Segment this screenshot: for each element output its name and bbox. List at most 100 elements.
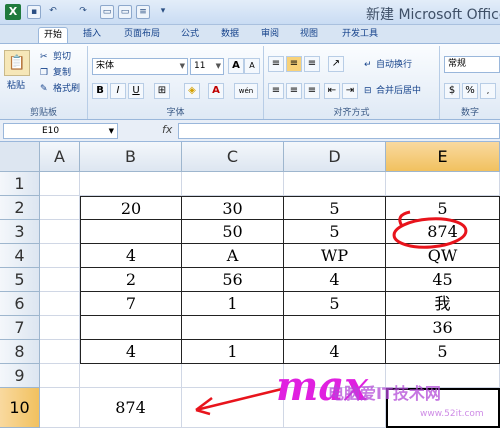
cell-d8[interactable]: 4 [284, 340, 386, 364]
font-name-select[interactable]: 宋体 ▼ [92, 58, 188, 75]
fill-color-icon[interactable]: ◈ [184, 83, 200, 99]
column-header-b[interactable]: B [80, 142, 182, 172]
cell-a5[interactable] [40, 268, 80, 292]
row-header-1[interactable]: 1 [0, 172, 40, 196]
currency-icon[interactable]: $ [444, 83, 460, 99]
merge-icon[interactable]: ⊟ [364, 85, 372, 97]
cell-a2[interactable] [40, 196, 80, 220]
cell-c10[interactable] [182, 388, 284, 428]
name-box[interactable]: E10 ▼ [3, 123, 118, 139]
comma-style-icon[interactable]: , [480, 83, 496, 99]
cell-d3[interactable]: 5 [284, 220, 386, 244]
insert-function-icon[interactable]: fx [162, 123, 172, 136]
cell-a8[interactable] [40, 340, 80, 364]
cell-a6[interactable] [40, 292, 80, 316]
column-header-c[interactable]: C [182, 142, 284, 172]
cell-b1[interactable] [80, 172, 182, 196]
cell-e7[interactable]: 36 [386, 316, 500, 340]
borders-icon[interactable]: ⊞ [154, 83, 170, 99]
cell-d6[interactable]: 5 [284, 292, 386, 316]
tab-page-layout[interactable]: 页面布局 [118, 27, 166, 43]
cell-c2[interactable]: 30 [182, 196, 284, 220]
cell-b6[interactable]: 7 [80, 292, 182, 316]
cell-e6[interactable]: 我 [386, 292, 500, 316]
paste-icon[interactable]: 📋 [4, 50, 30, 76]
column-header-e[interactable]: E [386, 142, 500, 172]
font-size-select[interactable]: 11 ▼ [190, 58, 224, 75]
paste-button[interactable]: 粘贴 [7, 80, 25, 92]
cell-b4[interactable]: 4 [80, 244, 182, 268]
cell-b5[interactable]: 2 [80, 268, 182, 292]
quick-print-icon[interactable]: ▭ [100, 5, 114, 19]
orientation-icon[interactable]: ↗ [328, 56, 344, 72]
cell-b8[interactable]: 4 [80, 340, 182, 364]
tab-insert[interactable]: 插入 [78, 27, 106, 43]
row-header-6[interactable]: 6 [0, 292, 40, 316]
merge-center-button[interactable]: 合并后居中 [376, 85, 421, 97]
column-header-a[interactable]: A [40, 142, 80, 172]
row-header-5[interactable]: 5 [0, 268, 40, 292]
percent-icon[interactable]: % [462, 83, 478, 99]
cell-c8[interactable]: 1 [182, 340, 284, 364]
tab-formulas[interactable]: 公式 [176, 27, 204, 43]
font-color-icon[interactable]: A [208, 83, 224, 99]
cell-c4[interactable]: A [182, 244, 284, 268]
format-painter-button[interactable]: 格式刷 [53, 83, 80, 95]
row-header-9[interactable]: 9 [0, 364, 40, 388]
select-all-corner[interactable] [0, 142, 40, 172]
cell-c5[interactable]: 56 [182, 268, 284, 292]
cell-a10[interactable] [40, 388, 80, 428]
format-painter-icon[interactable]: ✎ [40, 83, 48, 95]
cell-a7[interactable] [40, 316, 80, 340]
sort-icon[interactable]: ≡ [136, 5, 150, 19]
column-header-d[interactable]: D [284, 142, 386, 172]
grow-font-button[interactable]: A [228, 58, 244, 74]
redo-icon[interactable]: ↷ [76, 5, 90, 19]
bold-button[interactable]: B [92, 83, 108, 99]
cell-a3[interactable] [40, 220, 80, 244]
cell-e8[interactable]: 5 [386, 340, 500, 364]
align-bottom-icon[interactable]: ≡ [304, 56, 320, 72]
tab-home[interactable]: 开始 [38, 27, 68, 43]
shrink-font-button[interactable]: A [244, 58, 260, 74]
underline-button[interactable]: U [128, 83, 144, 99]
align-middle-icon[interactable]: ≡ [286, 56, 302, 72]
cell-b9[interactable] [80, 364, 182, 388]
cell-d7[interactable] [284, 316, 386, 340]
decrease-indent-icon[interactable]: ⇤ [324, 83, 340, 99]
align-center-icon[interactable]: ≡ [286, 83, 302, 99]
cell-e3[interactable]: 874 [386, 220, 500, 244]
phonetic-button[interactable]: wén [234, 83, 258, 99]
formula-input[interactable] [178, 123, 500, 139]
increase-indent-icon[interactable]: ⇥ [342, 83, 358, 99]
cell-c6[interactable]: 1 [182, 292, 284, 316]
cell-e1[interactable] [386, 172, 500, 196]
cell-e4[interactable]: QW [386, 244, 500, 268]
cut-icon[interactable]: ✂ [40, 51, 48, 63]
row-header-4[interactable]: 4 [0, 244, 40, 268]
cell-b7[interactable] [80, 316, 182, 340]
cell-c3[interactable]: 50 [182, 220, 284, 244]
cell-c9[interactable] [182, 364, 284, 388]
cell-c7[interactable] [182, 316, 284, 340]
cell-e5[interactable]: 45 [386, 268, 500, 292]
row-header-10[interactable]: 10 [0, 388, 40, 428]
cell-a1[interactable] [40, 172, 80, 196]
wrap-text-button[interactable]: 自动换行 [376, 59, 412, 71]
customize-toolbar-icon[interactable]: ▾ [156, 5, 170, 19]
italic-button[interactable]: I [110, 83, 126, 99]
cell-d4[interactable]: WP [284, 244, 386, 268]
align-top-icon[interactable]: ≡ [268, 56, 284, 72]
copy-icon[interactable]: ❐ [40, 67, 48, 79]
copy-button[interactable]: 复制 [53, 67, 71, 79]
wrap-text-icon[interactable]: ↵ [364, 59, 372, 71]
tab-developer[interactable]: 开发工具 [336, 27, 384, 43]
cut-button[interactable]: 剪切 [53, 51, 71, 63]
cell-a4[interactable] [40, 244, 80, 268]
cell-e2[interactable]: 5 [386, 196, 500, 220]
excel-logo-icon[interactable]: X [5, 4, 21, 20]
print-preview-icon[interactable]: ▭ [118, 5, 132, 19]
cell-d2[interactable]: 5 [284, 196, 386, 220]
row-header-3[interactable]: 3 [0, 220, 40, 244]
cell-b3[interactable] [80, 220, 182, 244]
